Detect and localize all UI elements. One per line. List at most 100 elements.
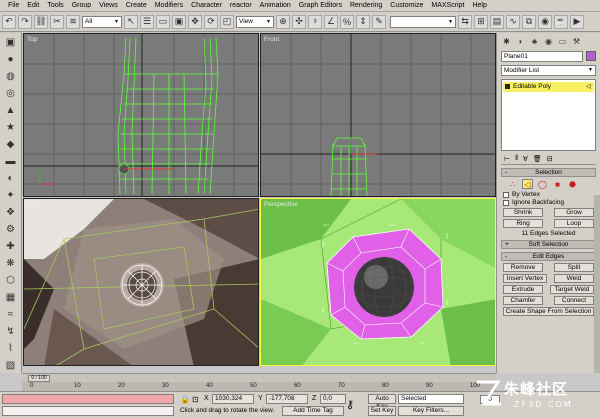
schematic-view-icon[interactable]: ⧉	[522, 14, 536, 29]
menu-edit[interactable]: Edit	[23, 0, 43, 12]
select-object-icon[interactable]: ↖	[124, 14, 138, 29]
menu-maxscript[interactable]: MAXScript	[427, 0, 468, 12]
ring-button[interactable]: Ring	[503, 219, 543, 228]
command-panel-scrollbar[interactable]	[594, 195, 600, 373]
viewport-label-perspective[interactable]: Perspective	[264, 201, 298, 208]
by-vertex-checkbox[interactable]: By Vertex	[503, 191, 594, 198]
menu-animation[interactable]: Animation	[256, 0, 295, 12]
set-key-button[interactable]: Set Key	[368, 406, 396, 416]
configure-modifier-icon[interactable]: ⊟	[547, 155, 553, 163]
maxscript-listener-field[interactable]	[2, 394, 174, 404]
redo-icon[interactable]: ↷	[18, 14, 32, 29]
layer-manager-icon[interactable]: ▤	[490, 14, 504, 29]
bone-icon[interactable]: ✚	[3, 239, 19, 254]
loop-button[interactable]: Loop	[554, 219, 594, 228]
menu-modifiers[interactable]: Modifiers	[151, 0, 187, 12]
manipulate-icon[interactable]: ✣	[292, 14, 306, 29]
rect-selection-icon[interactable]: ▭	[156, 14, 170, 29]
shrink-button[interactable]: Shrink	[503, 208, 543, 217]
dynamics-icon[interactable]: ↯	[3, 324, 19, 339]
key-icon[interactable]: ⚷	[346, 398, 354, 411]
patch-icon[interactable]: ▦	[3, 290, 19, 305]
viewport-label-top[interactable]: Top	[27, 36, 37, 43]
edge-mode-icon[interactable]: ◁	[522, 179, 533, 189]
border-mode-icon[interactable]: ◯	[537, 179, 548, 189]
menu-rendering[interactable]: Rendering	[346, 0, 386, 12]
show-end-result-icon[interactable]: ‖	[515, 155, 518, 162]
modifier-list-dropdown[interactable]: Modifier List ▼	[501, 65, 596, 76]
selection-rollout-header[interactable]: - Selection	[501, 168, 596, 177]
selection-filter-dropdown[interactable]: All ▼	[82, 15, 122, 28]
split-button[interactable]: Split	[554, 263, 594, 272]
y-coordinate-field[interactable]: -177,708	[266, 394, 308, 404]
pin-stack-icon[interactable]: ⊢	[504, 155, 510, 163]
cloth-icon[interactable]: ▧	[3, 358, 19, 373]
angle-snap-icon[interactable]: ∠	[324, 14, 338, 29]
helper-icon[interactable]: ✦	[3, 188, 19, 203]
viewport-left[interactable]: Left	[23, 198, 259, 366]
camera-icon[interactable]: ▬	[3, 154, 19, 169]
percent-snap-icon[interactable]: %	[340, 14, 354, 29]
insert-vertex-button[interactable]: Insert Vertex	[503, 274, 547, 283]
link-icon[interactable]: ⛓	[34, 14, 48, 29]
time-slider-handle[interactable]: 0 / 100	[28, 375, 50, 382]
soft-selection-rollout-header[interactable]: + Soft Selection	[501, 240, 596, 249]
ignore-backfacing-checkbox[interactable]: Ignore Backfacing	[503, 199, 594, 206]
utilities-tab-icon[interactable]: ⚒	[571, 36, 582, 47]
key-filters-button[interactable]: Key Filters...	[398, 406, 464, 416]
menu-character[interactable]: Character	[187, 0, 226, 12]
target-weld-button[interactable]: Target Weld	[550, 285, 594, 294]
x-coordinate-field[interactable]: 1030,324	[212, 394, 254, 404]
modify-tab-icon[interactable]: ◗	[515, 36, 526, 47]
weld-button[interactable]: Weld	[554, 274, 594, 283]
polygon-mode-icon[interactable]: ■	[552, 179, 563, 189]
menu-group[interactable]: Group	[68, 0, 95, 12]
add-time-tag-button[interactable]: Add Time Tag	[282, 406, 344, 416]
menu-views[interactable]: Views	[95, 0, 122, 12]
material-editor-icon[interactable]: ◉	[538, 14, 552, 29]
curve-editor-icon[interactable]: ∿	[506, 14, 520, 29]
torus-icon[interactable]: ◎	[3, 86, 19, 101]
systems-icon[interactable]: ⚙	[3, 222, 19, 237]
menu-help[interactable]: Help	[468, 0, 490, 12]
lock-selection-icon[interactable]: 🔒	[180, 395, 190, 404]
box-icon[interactable]: ▣	[3, 35, 19, 50]
viewport-front[interactable]: Front	[260, 33, 496, 197]
vertex-mode-icon[interactable]: ∴	[507, 179, 518, 189]
select-rotate-icon[interactable]: ⟳	[204, 14, 218, 29]
menu-graph-editors[interactable]: Graph Editors	[295, 0, 346, 12]
select-by-name-icon[interactable]: ☰	[140, 14, 154, 29]
absolute-mode-icon[interactable]: ⊡	[192, 395, 199, 404]
time-slider-track[interactable]: 0 / 100	[22, 373, 496, 382]
star-icon[interactable]: ★	[3, 120, 19, 135]
create-shape-button[interactable]: Create Shape From Selection	[503, 307, 594, 316]
reference-coordinate-dropdown[interactable]: View ▼	[236, 15, 274, 28]
remove-button[interactable]: Remove	[503, 263, 543, 272]
remove-modifier-icon[interactable]: 🗑	[533, 155, 542, 163]
z-coordinate-field[interactable]: 0,0	[320, 394, 346, 404]
particles-icon[interactable]: ❋	[3, 256, 19, 271]
create-tab-icon[interactable]: ✱	[501, 36, 512, 47]
snap-icon[interactable]: ³	[308, 14, 322, 29]
maxscript-output-field[interactable]	[2, 406, 174, 416]
grow-button[interactable]: Grow	[554, 208, 594, 217]
extrude-button[interactable]: Extrude	[503, 285, 543, 294]
object-color-swatch[interactable]	[586, 51, 596, 61]
shape-icon[interactable]: ◆	[3, 137, 19, 152]
window-crossing-icon[interactable]: ▣	[172, 14, 186, 29]
spacewarp-icon[interactable]: ❖	[3, 205, 19, 220]
chamfer-button[interactable]: Chamfer	[503, 296, 543, 305]
cylinder-icon[interactable]: ◍	[3, 69, 19, 84]
viewport-label-left[interactable]: Left	[27, 201, 38, 208]
viewport-top[interactable]: Top	[23, 33, 259, 197]
display-tab-icon[interactable]: ▭	[557, 36, 568, 47]
key-selection-dropdown[interactable]: Selected	[398, 394, 464, 404]
compound-icon[interactable]: ⬡	[3, 273, 19, 288]
auto-key-button[interactable]: Auto Key	[368, 394, 396, 410]
hair-icon[interactable]: ⌇	[3, 341, 19, 356]
unlink-icon[interactable]: ✂	[50, 14, 64, 29]
menu-customize[interactable]: Customize	[386, 0, 427, 12]
render-scene-icon[interactable]: ☕	[554, 14, 568, 29]
light-bulb-icon[interactable]	[505, 84, 510, 89]
quick-render-icon[interactable]: ▶	[570, 14, 584, 29]
